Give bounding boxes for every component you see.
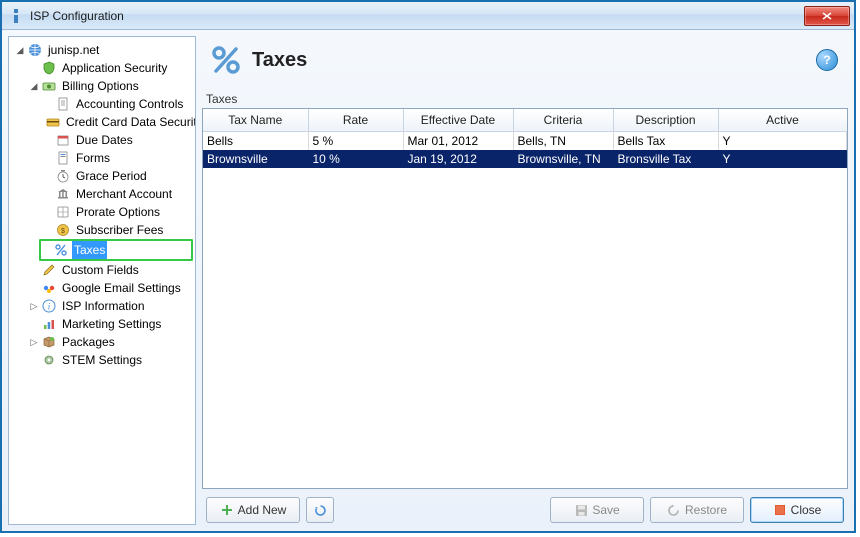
help-button[interactable]: ?	[816, 49, 838, 71]
card-icon	[45, 114, 61, 130]
col-description[interactable]: Description	[613, 109, 718, 132]
percent-icon	[53, 242, 69, 258]
cell-tax-name: Bells	[203, 132, 308, 151]
tree-item-google-email[interactable]: Google Email Settings	[27, 279, 193, 297]
tree-item-accounting[interactable]: Accounting Controls	[41, 95, 193, 113]
cell-desc: Bells Tax	[613, 132, 718, 151]
tree-item-packages[interactable]: ▷Packages	[27, 333, 193, 351]
tree-panel: ◢ junisp.net Application	[8, 36, 196, 525]
cell-tax-name: Brownsville	[203, 150, 308, 168]
close-icon	[773, 503, 787, 517]
cell-active: Y	[718, 150, 847, 168]
gear-icon	[41, 352, 57, 368]
taxes-grid: Tax Name Rate Effective Date Criteria De…	[202, 108, 848, 489]
document-icon	[55, 96, 71, 112]
collapse-icon[interactable]: ◢	[29, 81, 39, 91]
cell-date: Mar 01, 2012	[403, 132, 513, 151]
section-label: Taxes	[202, 92, 848, 108]
google-icon	[41, 280, 57, 296]
col-tax-name[interactable]: Tax Name	[203, 109, 308, 132]
tree-item-due-dates[interactable]: Due Dates	[41, 131, 193, 149]
calendar-icon	[55, 132, 71, 148]
window-close-button[interactable]	[804, 6, 850, 26]
close-button[interactable]: Close	[750, 497, 844, 523]
titlebar: ISP Configuration	[2, 2, 854, 30]
grid-header-row: Tax Name Rate Effective Date Criteria De…	[203, 109, 847, 132]
page-header: Taxes ?	[202, 36, 848, 92]
percent-icon	[208, 42, 244, 78]
window-body: ◢ junisp.net Application	[2, 30, 854, 531]
save-button[interactable]: Save	[550, 497, 644, 523]
chart-icon	[41, 316, 57, 332]
add-new-button[interactable]: Add New	[206, 497, 300, 523]
expand-icon[interactable]: ▷	[29, 301, 39, 311]
plus-icon	[220, 503, 234, 517]
prorate-icon	[55, 204, 71, 220]
col-effective-date[interactable]: Effective Date	[403, 109, 513, 132]
tree-item-billing[interactable]: ◢ Billing Options Accounting Controls Cr…	[27, 77, 193, 261]
money-icon	[41, 78, 57, 94]
tree-item-credit-card[interactable]: Credit Card Data Security	[41, 113, 193, 131]
col-rate[interactable]: Rate	[308, 109, 403, 132]
globe-icon	[27, 42, 43, 58]
tree: ◢ junisp.net Application	[11, 41, 193, 369]
tree-item-grace[interactable]: Grace Period	[41, 167, 193, 185]
collapse-icon[interactable]: ◢	[15, 45, 25, 55]
cell-rate: 10 %	[308, 150, 403, 168]
form-icon	[55, 150, 71, 166]
cell-active: Y	[718, 132, 847, 151]
cell-date: Jan 19, 2012	[403, 150, 513, 168]
tree-item-taxes[interactable]: Taxes	[41, 239, 193, 261]
tree-item-merchant[interactable]: Merchant Account	[41, 185, 193, 203]
col-active[interactable]: Active	[718, 109, 847, 132]
fee-icon: $	[55, 222, 71, 238]
cell-criteria: Brownsville, TN	[513, 150, 613, 168]
col-criteria[interactable]: Criteria	[513, 109, 613, 132]
tree-item-isp-info[interactable]: ▷iISP Information	[27, 297, 193, 315]
tree-item-custom-fields[interactable]: Custom Fields	[27, 261, 193, 279]
bank-icon	[55, 186, 71, 202]
shield-icon	[41, 60, 57, 76]
tree-root[interactable]: ◢ junisp.net Application	[13, 41, 193, 369]
undo-icon	[667, 503, 681, 517]
table-row[interactable]: Brownsville 10 % Jan 19, 2012 Brownsvill…	[203, 150, 847, 168]
window-title: ISP Configuration	[30, 9, 804, 23]
tree-item-app-security[interactable]: Application Security	[27, 59, 193, 77]
package-icon	[41, 334, 57, 350]
cell-desc: Bronsville Tax	[613, 150, 718, 168]
table-row[interactable]: Bells 5 % Mar 01, 2012 Bells, TN Bells T…	[203, 132, 847, 151]
footer-toolbar: Add New Save Restore Close	[202, 489, 848, 525]
tree-item-prorate[interactable]: Prorate Options	[41, 203, 193, 221]
refresh-icon	[313, 503, 327, 517]
main-panel: Taxes ? Taxes Tax Name Rate Effective Da…	[202, 36, 848, 525]
tree-item-subscriber-fees[interactable]: $Subscriber Fees	[41, 221, 193, 239]
tree-item-stem[interactable]: STEM Settings	[27, 351, 193, 369]
config-window: ISP Configuration ◢ junisp.net	[0, 0, 856, 533]
app-icon	[8, 8, 24, 24]
info-icon: i	[41, 298, 57, 314]
cell-rate: 5 %	[308, 132, 403, 151]
cell-criteria: Bells, TN	[513, 132, 613, 151]
expand-icon[interactable]: ▷	[29, 337, 39, 347]
svg-text:$: $	[61, 228, 65, 235]
tree-item-marketing[interactable]: Marketing Settings	[27, 315, 193, 333]
restore-button[interactable]: Restore	[650, 497, 744, 523]
refresh-button[interactable]	[306, 497, 334, 523]
clock-icon	[55, 168, 71, 184]
page-title: Taxes	[252, 49, 816, 72]
save-icon	[574, 503, 588, 517]
tree-item-forms[interactable]: Forms	[41, 149, 193, 167]
pencil-icon	[41, 262, 57, 278]
